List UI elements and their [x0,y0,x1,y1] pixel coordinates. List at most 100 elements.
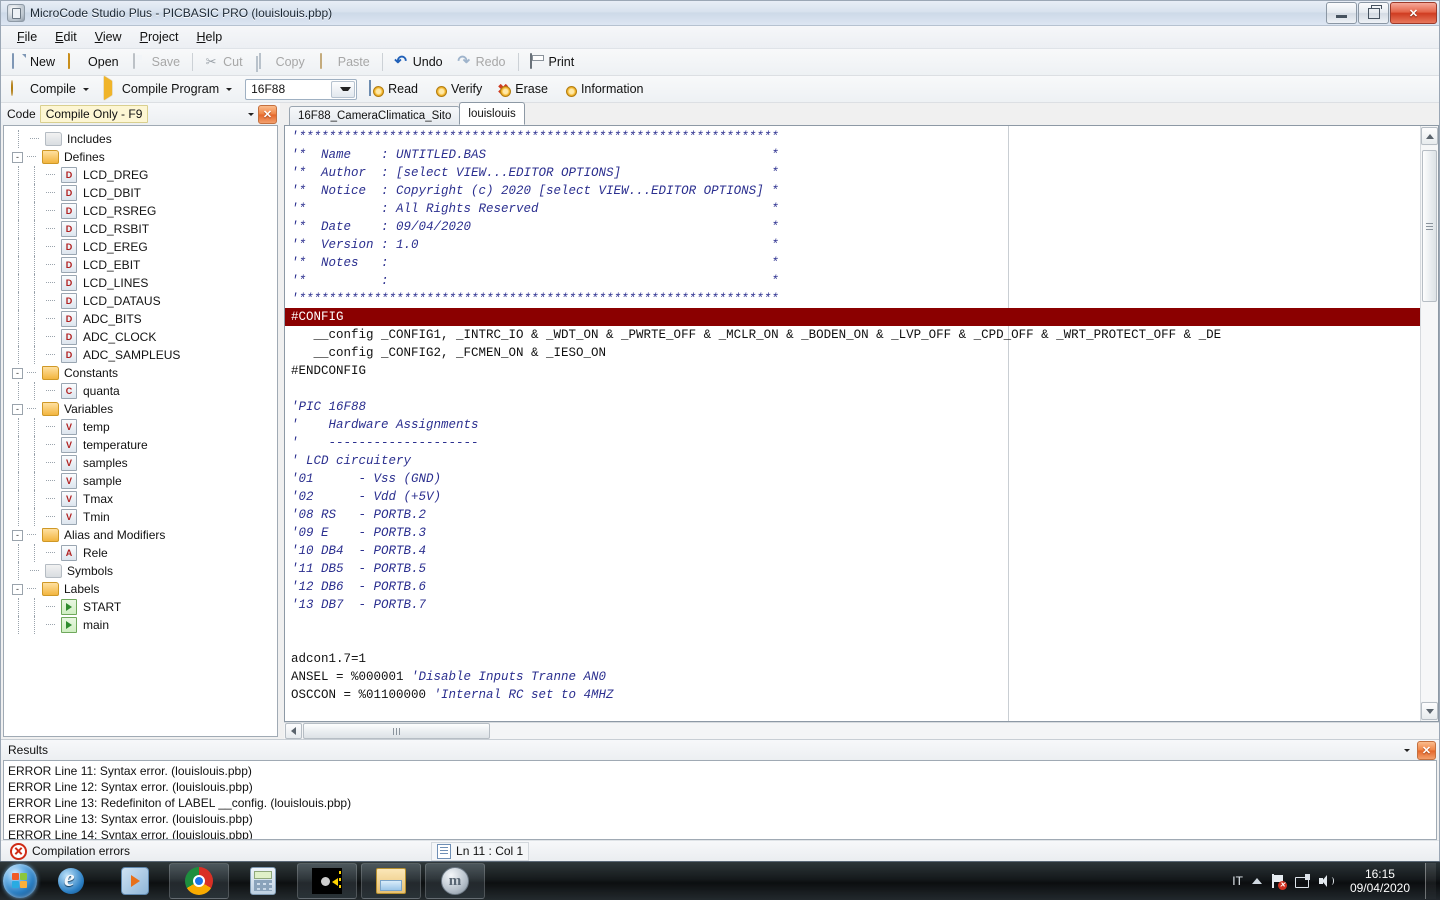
language-indicator[interactable]: IT [1232,874,1243,888]
undo-button[interactable]: ↶ Undo [388,51,450,73]
tree-item[interactable]: main [4,616,277,634]
taskbar-item-calculator[interactable] [233,863,293,899]
network-icon[interactable] [1295,874,1310,888]
taskbar-item-windows-media-player[interactable] [105,863,165,899]
tree-item[interactable]: DADC_SAMPLEUS [4,346,277,364]
device-select[interactable]: 16F88 [245,79,357,100]
verify-button[interactable]: Verify [426,78,489,100]
horizontal-scroll-thumb[interactable] [303,723,490,739]
restore-button[interactable] [1358,2,1389,24]
tree-item[interactable]: DLCD_LINES [4,274,277,292]
tree-item[interactable]: VTmax [4,490,277,508]
start-button[interactable] [3,864,37,898]
redo-button[interactable]: ↷ Redo [451,51,513,73]
copy-button[interactable]: Copy [251,51,312,73]
tree-item[interactable]: Vsamples [4,454,277,472]
tree-item[interactable]: Vsample [4,472,277,490]
editor-vertical-scrollbar[interactable] [1420,126,1438,721]
taskbar-item-microcode-studio[interactable]: m [425,863,485,899]
open-button[interactable]: Open [63,51,126,73]
scroll-down-button[interactable] [1421,702,1438,720]
show-desktop-button[interactable] [1425,863,1436,899]
cut-button[interactable]: ✂ Cut [198,51,249,73]
tree-item[interactable]: -Variables [4,400,277,418]
taskbar-item-internet-explorer[interactable] [41,863,101,899]
tree-item[interactable]: ARele [4,544,277,562]
scroll-left-button[interactable] [285,723,302,739]
read-button[interactable]: Read [363,78,425,100]
tree-item[interactable]: Symbols [4,562,277,580]
tree-item[interactable]: DADC_BITS [4,310,277,328]
code-explorer-close-button[interactable]: ✕ [258,105,277,124]
menu-edit[interactable]: Edit [46,27,86,47]
menu-item-label: View [95,30,122,44]
show-hidden-icons-arrow-icon[interactable] [1252,878,1262,884]
device-select-arrow-icon[interactable] [331,81,355,98]
editor-tab[interactable]: louislouis [459,102,524,125]
print-button[interactable]: Print [524,51,582,73]
tree-item[interactable]: DADC_CLOCK [4,328,277,346]
scroll-up-button[interactable] [1421,127,1438,145]
tree-item[interactable]: -Constants [4,364,277,382]
taskbar-item-google-chrome[interactable] [169,863,229,899]
result-error-row[interactable]: ERROR Line 13: Syntax error. (louislouis… [8,811,1436,827]
compile-dropdown-arrow-icon[interactable] [83,88,89,91]
paste-button[interactable]: Paste [313,51,377,73]
tree-item[interactable]: DLCD_DATAUS [4,292,277,310]
tree-expander[interactable]: - [12,404,23,415]
taskbar-item-file-explorer[interactable] [361,863,421,899]
result-error-row[interactable]: ERROR Line 12: Syntax error. (louislouis… [8,779,1436,795]
vertical-scroll-track[interactable] [1421,146,1438,701]
compile-program-dropdown-arrow-icon[interactable] [226,88,232,91]
tree-expander[interactable]: - [12,152,23,163]
new-button[interactable]: New [5,51,62,73]
taskbar-item-pic-programmer[interactable] [297,863,357,899]
vertical-scroll-thumb[interactable] [1422,150,1437,302]
tree-item[interactable]: DLCD_DREG [4,166,277,184]
tree-expander[interactable]: - [12,584,23,595]
tree-item[interactable]: DLCD_RSBIT [4,220,277,238]
tree-expander[interactable]: - [12,368,23,379]
code-explorer-menu-arrow-icon[interactable] [248,113,254,116]
tree-item[interactable]: Vtemp [4,418,277,436]
tree-item[interactable]: Cquanta [4,382,277,400]
tree-item[interactable]: Vtemperature [4,436,277,454]
tree-item[interactable]: DLCD_EBIT [4,256,277,274]
code-explorer-tree[interactable]: Includes-DefinesDLCD_DREGDLCD_DBITDLCD_R… [3,125,278,737]
editor-tab[interactable]: 16F88_CameraClimatica_Sito [289,106,460,125]
result-error-row[interactable]: ERROR Line 11: Syntax error. (louislouis… [8,763,1436,779]
tree-item[interactable]: -Alias and Modifiers [4,526,277,544]
results-menu-arrow-icon[interactable] [1404,749,1410,752]
result-error-row[interactable]: ERROR Line 13: Redefiniton of LABEL __co… [8,795,1436,811]
compile-program-button[interactable]: Compile Program [97,78,239,100]
tree-item[interactable]: -Defines [4,148,277,166]
menu-view[interactable]: View [86,27,131,47]
editor-horizontal-scrollbar[interactable] [284,722,1439,739]
open-button-label: Open [88,55,119,69]
minimize-button[interactable] [1326,2,1357,24]
tree-item[interactable]: -Labels [4,580,277,598]
results-close-button[interactable]: ✕ [1417,741,1436,760]
code-text-area[interactable]: '***************************************… [285,126,1420,721]
tree-item[interactable]: DLCD_RSREG [4,202,277,220]
information-button[interactable]: Information [556,78,651,100]
result-error-row[interactable]: ERROR Line 14: Syntax error. (louislouis… [8,827,1436,840]
compile-button[interactable]: Compile [5,78,96,100]
save-button[interactable]: Save [127,51,188,73]
clock[interactable]: 16:15 09/04/2020 [1344,867,1416,895]
menu-file[interactable]: File [8,27,46,47]
action-center-flag-icon[interactable]: ✕ [1271,874,1286,889]
menu-project[interactable]: Project [131,27,188,47]
tree-item[interactable]: Includes [4,130,277,148]
close-button[interactable]: ✕ [1390,2,1437,24]
code-line: '* Notes : * [285,254,1420,272]
erase-button[interactable]: ✖ Erase [490,78,555,100]
tree-item[interactable]: DLCD_EREG [4,238,277,256]
menu-help[interactable]: Help [188,27,232,47]
tree-item[interactable]: START [4,598,277,616]
speaker-icon[interactable] [1319,874,1335,888]
tree-expander[interactable]: - [12,530,23,541]
tree-item[interactable]: DLCD_DBIT [4,184,277,202]
results-error-list[interactable]: ERROR Line 11: Syntax error. (louislouis… [3,760,1437,840]
tree-item[interactable]: VTmin [4,508,277,526]
